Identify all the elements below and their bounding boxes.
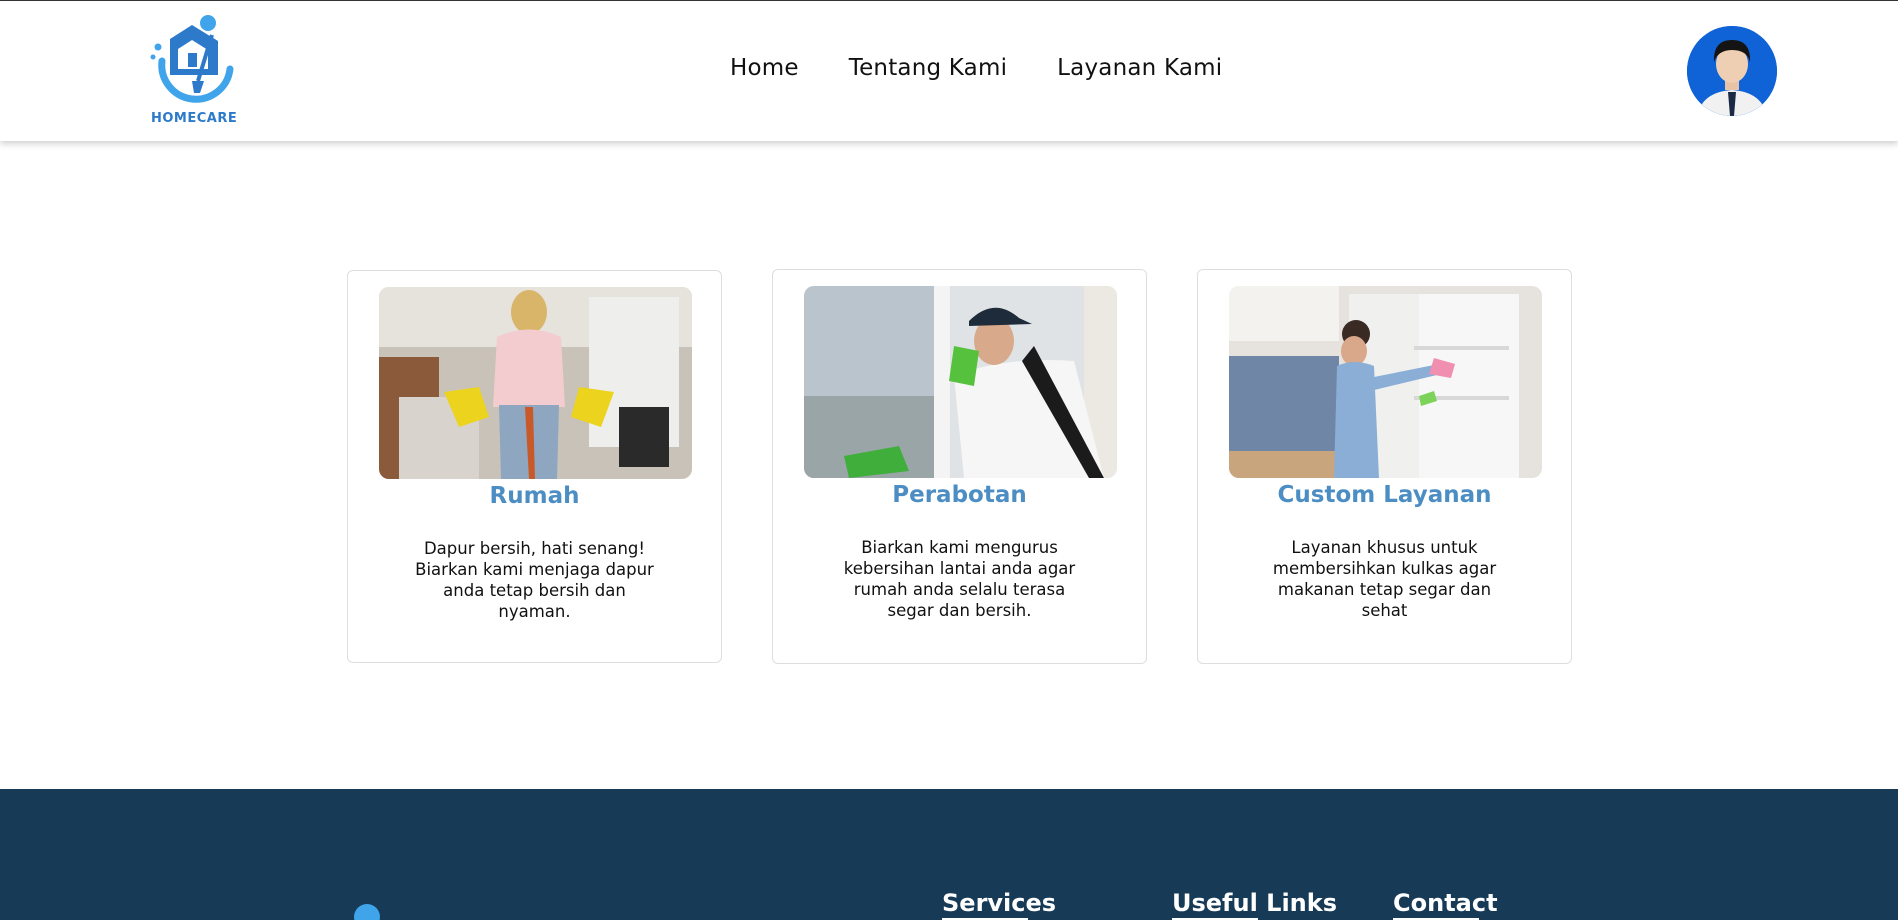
nav-tentang-kami[interactable]: Tentang Kami [849,55,1007,81]
service-card-perabotan[interactable]: Perabotan Biarkan kami mengurus kebersih… [772,269,1147,664]
card-title: Rumah [489,483,580,509]
main-nav: Home Tentang Kami Layanan Kami [730,55,1222,81]
card-image-kitchen [379,287,692,479]
card-image-fridge-cleaning [1229,286,1542,478]
footer-heading-contact: Contact [1393,889,1498,920]
logo-text: HOMECARE [151,111,238,126]
site-header: HOMECARE Home Tentang Kami Layanan Kami [0,0,1898,141]
footer-logo-dot-icon [354,904,380,920]
service-card-rumah[interactable]: Rumah Dapur bersih, hati senang! Biarkan… [347,270,722,663]
nav-home[interactable]: Home [730,55,799,81]
card-description: Layanan khusus untuk membersihkan kulkas… [1272,538,1497,620]
card-image-window-cleaning [804,286,1117,478]
nav-layanan-kami[interactable]: Layanan Kami [1057,55,1222,81]
card-description: Dapur bersih, hati senang! Biarkan kami … [415,539,654,621]
card-title: Perabotan [892,482,1027,508]
avatar-portrait-icon [1687,26,1777,116]
service-card-custom-layanan[interactable]: Custom Layanan Layanan khusus untuk memb… [1197,269,1572,664]
user-avatar[interactable] [1687,26,1777,116]
house-cleaning-icon [150,15,234,103]
footer-heading-services: Services [942,889,1057,920]
homecare-logo[interactable]: HOMECARE [148,11,238,129]
footer-heading-useful-links: Useful Links [1172,889,1338,920]
site-footer: Services Useful Links Contact [0,789,1898,920]
card-title: Custom Layanan [1277,482,1492,508]
card-description: Biarkan kami mengurus kebersihan lantai … [843,538,1076,620]
